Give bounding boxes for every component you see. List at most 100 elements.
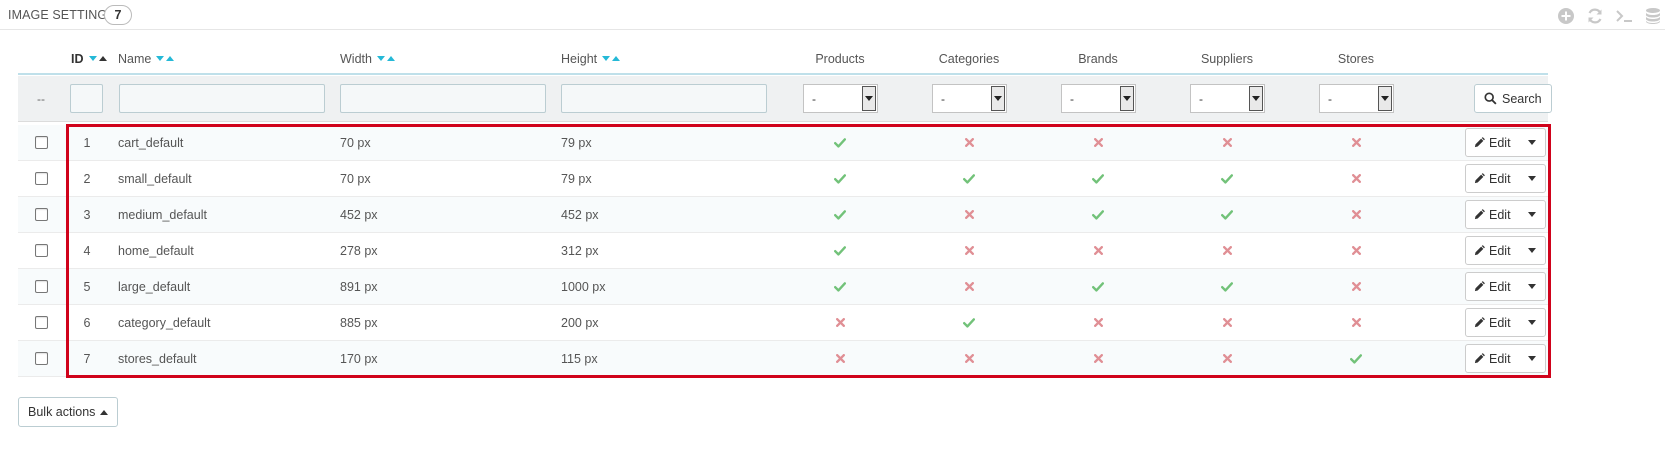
sort-asc-icon[interactable] [612,56,621,61]
cross-icon[interactable] [1351,138,1361,147]
cell-categories [919,341,1019,376]
filter-products-select[interactable]: - [803,84,878,113]
row-select-checkbox[interactable] [34,244,48,257]
show-sql-button[interactable] [1612,4,1636,28]
filter-categories-select[interactable]: - [932,84,1007,113]
cross-icon[interactable] [964,282,974,291]
export-sql-button[interactable] [1641,4,1665,28]
cell-width: 891 px [340,279,378,294]
cross-icon[interactable] [1093,318,1103,327]
cross-icon[interactable] [835,318,845,327]
row-actions-dropdown-toggle[interactable] [1519,273,1545,300]
check-icon[interactable] [963,317,975,328]
check-icon[interactable] [963,173,975,184]
check-icon[interactable] [1221,209,1233,220]
cell-height: 452 px [561,207,599,222]
row-actions: Edit [1465,341,1546,376]
edit-button[interactable]: Edit [1466,129,1519,156]
check-icon[interactable] [1092,281,1104,292]
check-icon[interactable] [1221,281,1233,292]
filter-id-input[interactable] [70,84,103,113]
row-select-checkbox[interactable] [34,172,48,185]
filter-width-input[interactable] [340,84,546,113]
cross-icon[interactable] [964,354,974,363]
row-select-checkbox[interactable] [34,316,48,329]
check-icon[interactable] [1350,353,1362,364]
check-icon[interactable] [834,137,846,148]
filter-cell-width [340,76,546,121]
bulk-actions-button[interactable]: Bulk actions [18,397,119,427]
add-new-button[interactable] [1554,4,1578,28]
check-icon[interactable] [834,281,846,292]
check-icon[interactable] [1092,209,1104,220]
search-button[interactable]: Search [1474,84,1552,113]
check-icon[interactable] [834,173,846,184]
edit-button-group: Edit [1465,200,1546,229]
cell-stores [1306,197,1406,232]
sort-desc-icon[interactable] [156,56,165,61]
cross-icon[interactable] [1351,210,1361,219]
cross-icon[interactable] [964,210,974,219]
row-select-checkbox[interactable] [34,280,48,293]
edit-button-group: Edit [1465,128,1546,157]
check-icon[interactable] [834,209,846,220]
filter-cell-products: - [803,76,878,121]
sort-desc-icon[interactable] [88,56,97,61]
cross-icon[interactable] [1351,318,1361,327]
row-actions-dropdown-toggle[interactable] [1519,201,1545,228]
sort-desc-icon[interactable] [376,56,385,61]
cross-icon[interactable] [1222,138,1232,147]
edit-button-group: Edit [1465,236,1546,265]
filter-reset: -- [37,91,45,106]
edit-button[interactable]: Edit [1466,165,1519,192]
filter-brands-select[interactable]: - [1061,84,1136,113]
cross-icon[interactable] [1222,246,1232,255]
edit-button[interactable]: Edit [1466,345,1519,372]
row-select-checkbox[interactable] [34,352,48,365]
filter-height-input[interactable] [561,84,767,113]
cross-icon[interactable] [1351,174,1361,183]
pencil-icon [1474,173,1485,184]
filter-suppliers-select[interactable]: - [1190,84,1265,113]
cell-brands [1048,305,1148,340]
row-actions-dropdown-toggle[interactable] [1519,345,1545,372]
cell-brands [1048,269,1148,304]
cell-name: large_default [118,279,191,294]
filter-name-input[interactable] [119,84,325,113]
check-icon[interactable] [1221,173,1233,184]
cross-icon[interactable] [835,354,845,363]
cross-icon[interactable] [1093,138,1103,147]
row-actions-dropdown-toggle[interactable] [1519,237,1545,264]
check-icon[interactable] [834,245,846,256]
cell-brands [1048,197,1148,232]
refresh-list-button[interactable] [1583,4,1607,28]
edit-button-group: Edit [1465,272,1546,301]
row-actions-dropdown-toggle[interactable] [1519,129,1545,156]
cross-icon[interactable] [1093,354,1103,363]
edit-button[interactable]: Edit [1466,273,1519,300]
cross-icon[interactable] [1351,282,1361,291]
cross-icon[interactable] [1222,354,1232,363]
row-select-checkbox[interactable] [34,208,48,221]
filter-stores-select[interactable]: - [1319,84,1394,113]
cross-icon[interactable] [1093,246,1103,255]
edit-button[interactable]: Edit [1466,309,1519,336]
cross-icon[interactable] [1351,246,1361,255]
sort-asc-icon[interactable] [166,56,175,61]
row-actions-dropdown-toggle[interactable] [1519,309,1545,336]
check-icon[interactable] [1092,173,1104,184]
search-icon [1484,92,1497,105]
cell-name: stores_default [118,351,197,366]
cross-icon[interactable] [964,138,974,147]
edit-button[interactable]: Edit [1466,201,1519,228]
edit-button[interactable]: Edit [1466,237,1519,264]
sort-asc-icon[interactable] [98,56,107,61]
row-select-checkbox[interactable] [34,136,48,149]
sort-desc-icon[interactable] [602,56,611,61]
sort-asc-icon[interactable] [386,56,395,61]
row-actions-dropdown-toggle[interactable] [1519,165,1545,192]
cell-products [790,269,890,304]
cross-icon[interactable] [964,246,974,255]
cross-icon[interactable] [1222,318,1232,327]
row-actions: Edit [1465,233,1546,268]
